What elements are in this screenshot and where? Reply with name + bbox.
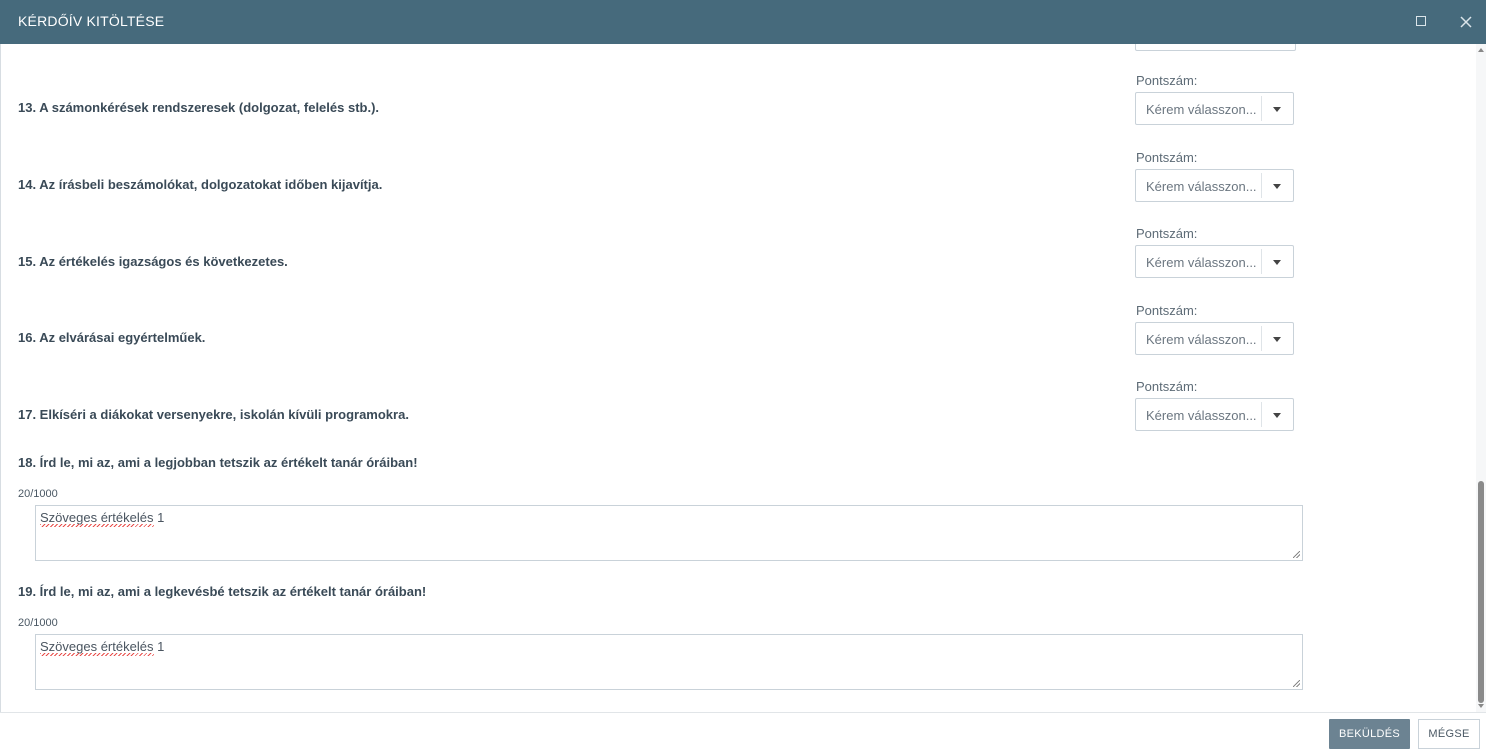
score-select-13[interactable]: Kérem válasszon... <box>1135 92 1294 125</box>
score-select-14[interactable]: Kérem válasszon... <box>1135 169 1294 202</box>
cancel-button[interactable]: MÉGSE <box>1418 719 1480 749</box>
scroll-down-icon[interactable] <box>1478 704 1484 708</box>
score-label: Pontszám: <box>1136 226 1198 241</box>
caret-down-icon <box>1273 184 1281 189</box>
resize-handle[interactable] <box>1293 680 1300 687</box>
score-label: Pontszám: <box>1136 379 1198 394</box>
score-label: Pontszám: <box>1136 150 1198 165</box>
caret-down-icon <box>1273 107 1281 112</box>
question-17: 17. Elkíséri a diákokat versenyekre, isk… <box>18 407 409 422</box>
resize-handle[interactable] <box>1293 551 1300 558</box>
caret-down-icon <box>1273 413 1281 418</box>
dialog-title: KÉRDŐÍV KITÖLTÉSE <box>18 13 165 29</box>
score-label: Pontszám: <box>1136 73 1198 88</box>
score-select-16[interactable]: Kérem válasszon... <box>1135 322 1294 355</box>
scroll-up-icon[interactable] <box>1478 48 1484 52</box>
question-14: 14. Az írásbeli beszámolókat, dolgozatok… <box>18 177 383 192</box>
question-13: 13. A számonkérések rendszeresek (dolgoz… <box>18 100 380 115</box>
score-select-15[interactable]: Kérem válasszon... <box>1135 245 1294 278</box>
select-placeholder: Kérem válasszon... <box>1146 255 1257 270</box>
answer-textarea-19[interactable]: Szöveges értékelés 1 <box>35 634 1303 690</box>
textarea-value: Szöveges értékelés 1 <box>40 639 165 654</box>
vertical-scrollbar[interactable] <box>1476 44 1486 712</box>
answer-textarea-18[interactable]: Szöveges értékelés 1 <box>35 505 1303 561</box>
score-select-12[interactable] <box>1135 44 1296 51</box>
questionnaire-body: Pontszám: 13. A számonkérések rendszeres… <box>0 44 1476 712</box>
select-placeholder: Kérem válasszon... <box>1146 102 1257 117</box>
question-18: 18. Írd le, mi az, ami a legjobban tetsz… <box>18 455 418 470</box>
score-label: Pontszám: <box>1136 303 1198 318</box>
question-15: 15. Az értékelés igazságos és következet… <box>18 254 288 269</box>
select-placeholder: Kérem válasszon... <box>1146 408 1257 423</box>
select-placeholder: Kérem válasszon... <box>1146 332 1257 347</box>
question-19: 19. Írd le, mi az, ami a legkevésbé tets… <box>18 584 427 599</box>
caret-down-icon <box>1273 260 1281 265</box>
maximize-icon[interactable] <box>1414 14 1428 28</box>
char-counter: 20/1000 <box>18 617 58 629</box>
select-placeholder: Kérem válasszon... <box>1146 179 1257 194</box>
textarea-value: Szöveges értékelés 1 <box>40 510 165 525</box>
caret-down-icon <box>1273 337 1281 342</box>
scrollbar-thumb[interactable] <box>1478 481 1484 703</box>
question-16: 16. Az elvárásai egyértelműek. <box>18 330 206 345</box>
dialog-header: KÉRDŐÍV KITÖLTÉSE <box>0 0 1486 44</box>
dialog-footer: BEKÜLDÉS MÉGSE <box>0 712 1486 756</box>
submit-button[interactable]: BEKÜLDÉS <box>1329 719 1410 749</box>
char-counter: 20/1000 <box>18 488 58 500</box>
close-icon[interactable] <box>1458 14 1474 30</box>
score-select-17[interactable]: Kérem válasszon... <box>1135 398 1294 431</box>
